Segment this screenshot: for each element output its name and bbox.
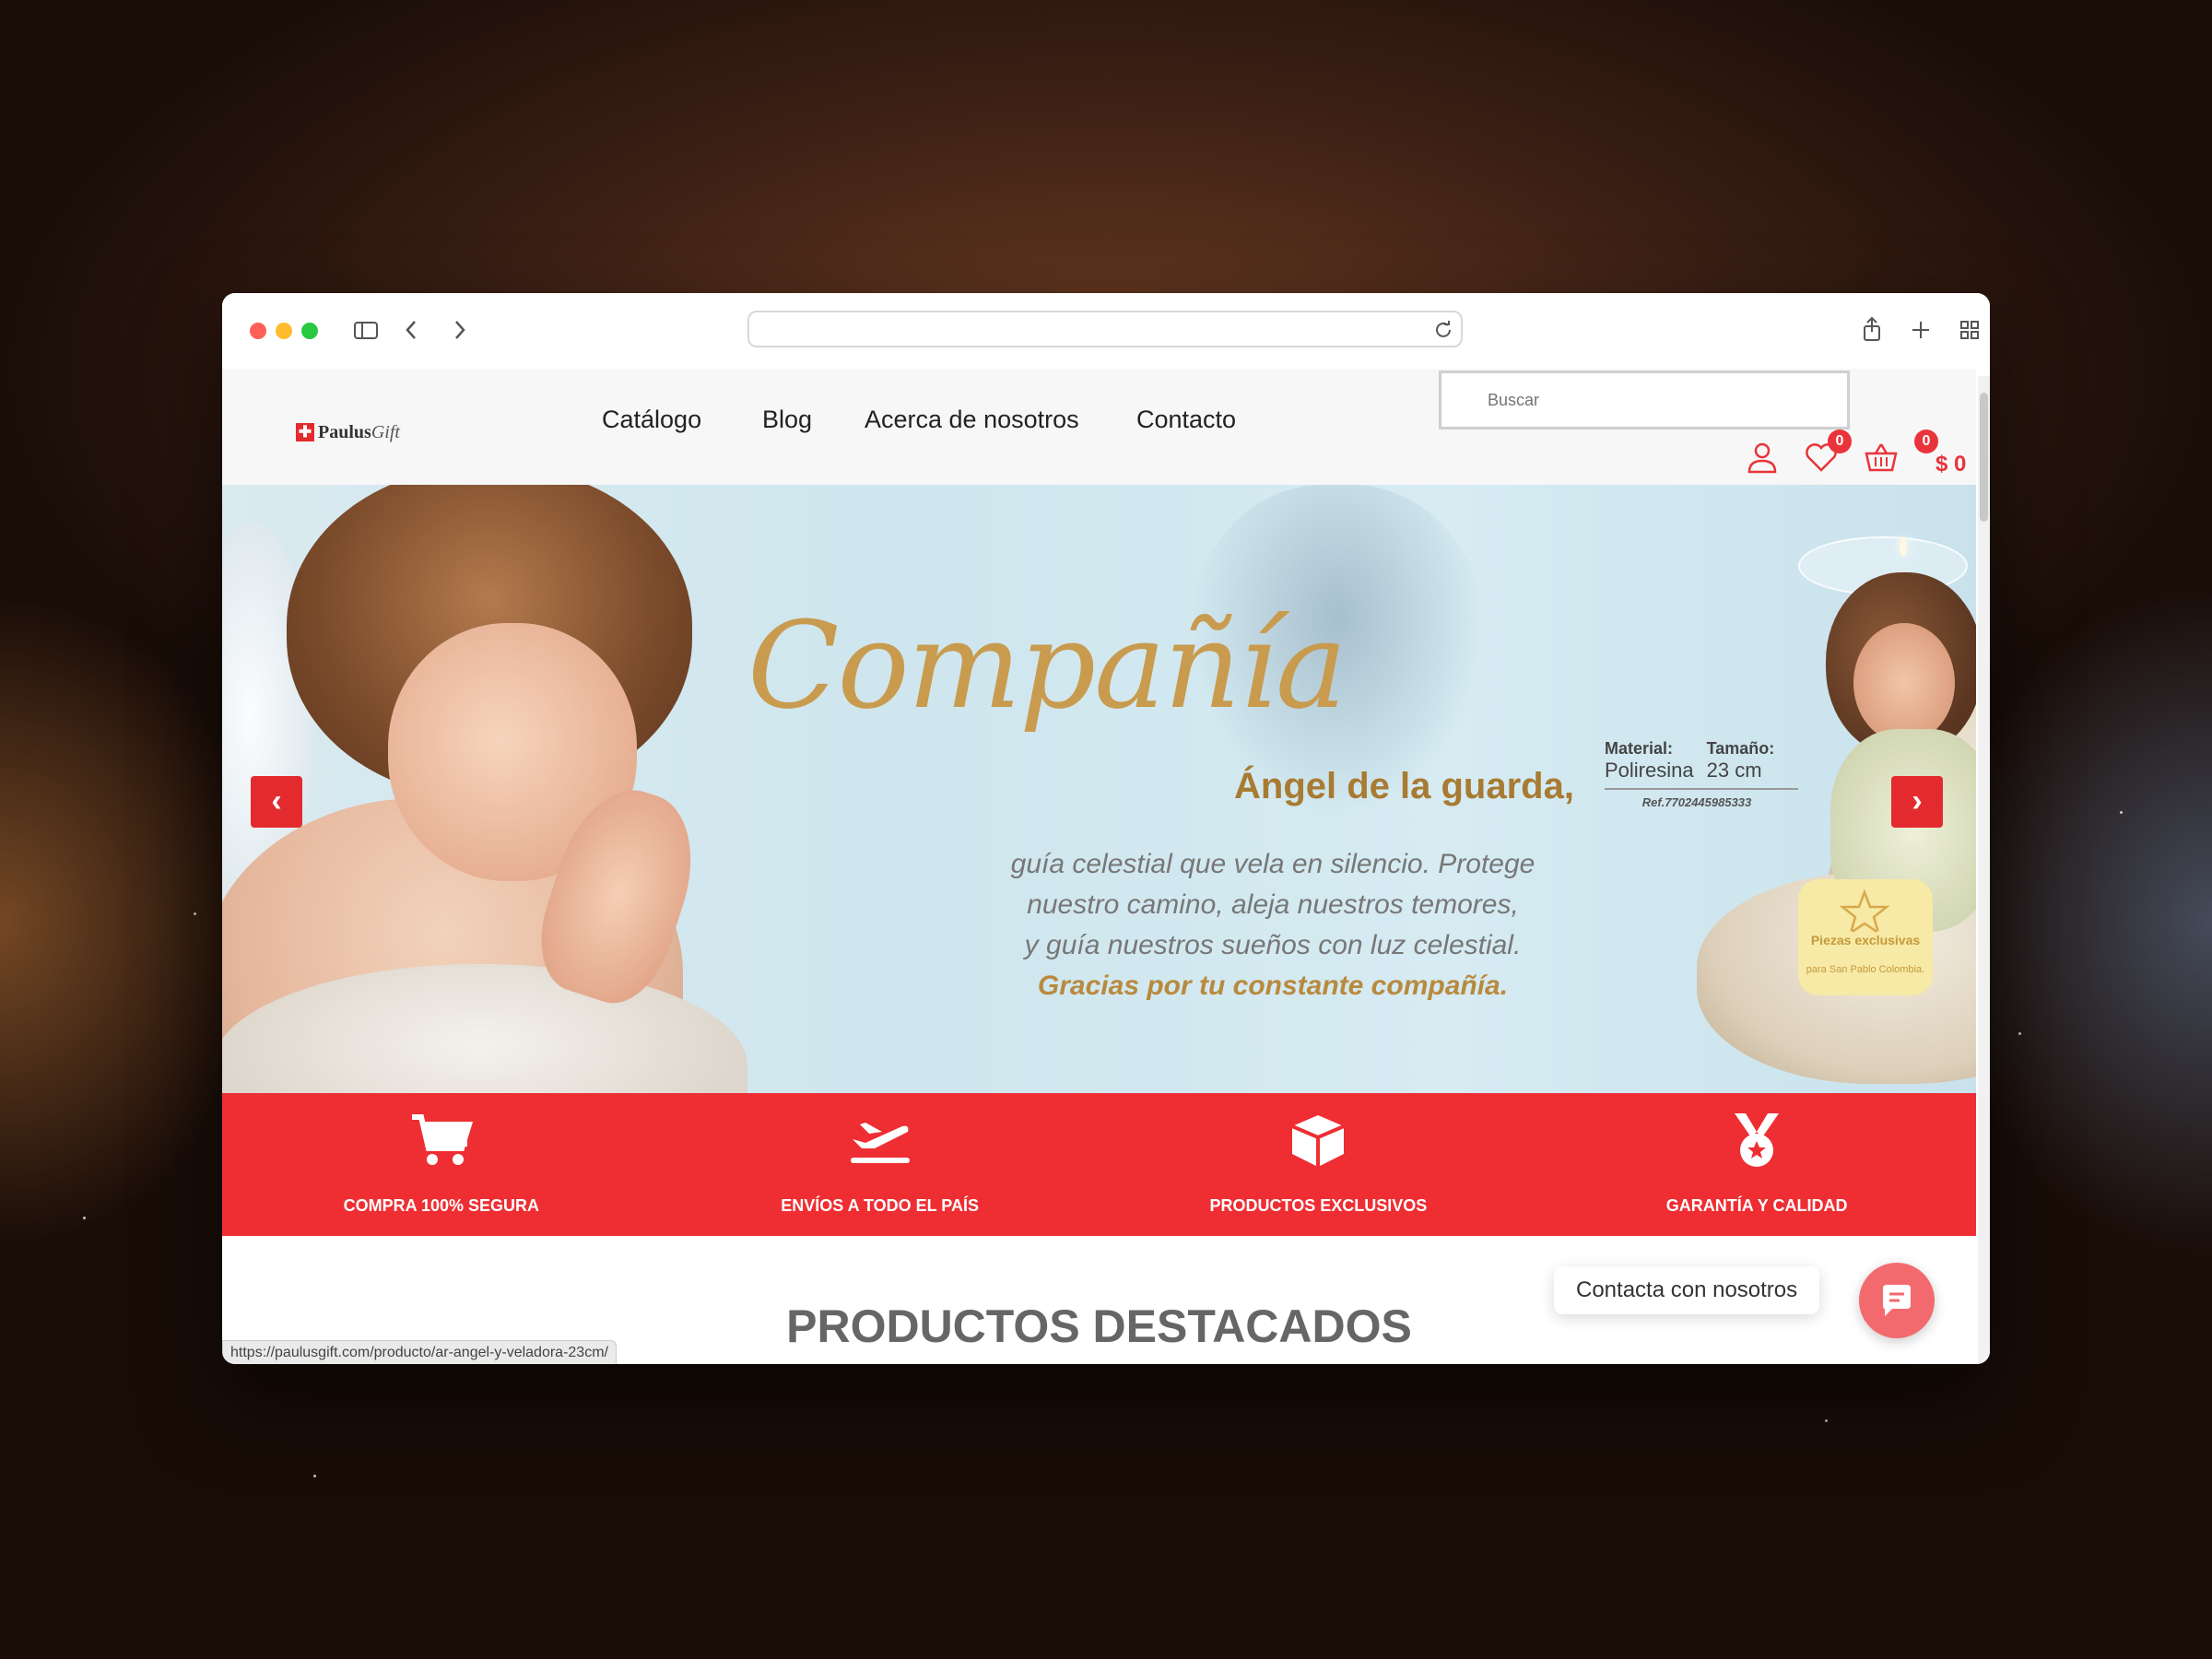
page-viewport: ✚ Paulus Gift Catálogo Blog Acerca de no… [222,369,1990,1364]
hero-slider: Compañía Ángel de la guarda, guía celest… [222,485,1976,1093]
sidebar-toggle-icon[interactable] [347,312,383,348]
box-icon [1291,1115,1346,1167]
hero-title: Compañía [747,595,1347,735]
feature-label: ENVÍOS A TODO EL PAÍS [781,1196,979,1215]
tab-overview-icon[interactable] [1951,312,1988,348]
back-icon[interactable] [393,312,429,348]
scrollbar-thumb[interactable] [1980,393,1988,522]
background-star [194,912,196,915]
slider-next-button[interactable]: › [1891,776,1943,828]
site-header: ✚ Paulus Gift Catálogo Blog Acerca de no… [222,369,1976,485]
feature-label: PRODUCTOS EXCLUSIVOS [1209,1196,1428,1215]
feature-guarantee: GARANTÍA Y CALIDAD [1537,1093,1976,1236]
forward-icon[interactable] [441,312,478,348]
candle-flame-image [1900,536,1907,557]
hero-body: guía celestial que vela en silencio. Pro… [978,844,1568,1006]
background-star [2120,811,2123,814]
cart-count-badge: 0 [1914,429,1938,453]
statue-face-image [1853,623,1955,743]
exclusive-pieces-seal: Piezas exclusivas para San Pablo Colombi… [1798,879,1933,995]
features-strip: COMPRA 100% SEGURA ENVÍOS A TODO EL PAÍS… [222,1093,1976,1236]
spec-material-value: Poliresina [1605,759,1694,782]
feature-exclusive-products: PRODUCTOS EXCLUSIVOS [1100,1093,1538,1236]
product-spec: Material: Poliresina Tamaño: 23 cm Ref.770… [1605,739,1798,809]
background-star [83,1217,86,1219]
cart-icon [411,1114,473,1165]
seal-star-icon [1839,888,1890,935]
feature-label: GARANTÍA Y CALIDAD [1665,1196,1848,1215]
browser-window: ✚ Paulus Gift Catálogo Blog Acerca de no… [222,293,1990,1364]
nav-blog[interactable]: Blog [762,406,812,434]
wishlist-count-badge: 0 [1828,429,1852,453]
spec-divider [1605,788,1798,790]
feature-shipping: ENVÍOS A TODO EL PAÍS [661,1093,1100,1236]
new-tab-icon[interactable] [1902,312,1939,348]
browser-toolbar [222,293,1990,371]
nav-acerca[interactable]: Acerca de nosotros [865,406,1079,434]
site-logo[interactable]: ✚ Paulus Gift [296,418,400,446]
spec-size-value: 23 cm [1706,759,1762,782]
hero-body-emphasis: Gracias por tu constante compañía. [1037,971,1509,1001]
hero-body-line: y guía nuestros sueños con luz celestial… [1024,930,1522,960]
minimize-window-dot[interactable] [276,323,292,339]
page-scrollbar[interactable] [1978,376,1990,1364]
status-bar-url: https://paulusgift.com/producto/ar-angel… [222,1340,617,1364]
feature-secure-purchase: COMPRA 100% SEGURA [222,1093,661,1236]
close-window-dot[interactable] [250,323,266,339]
logo-brand: Paulus [318,421,371,442]
contact-label[interactable]: Contacta con nosotros [1554,1266,1820,1314]
spec-size-label: Tamaño: [1706,739,1775,758]
medal-icon [1735,1113,1780,1167]
chat-bubble-icon [1883,1285,1911,1316]
nav-contacto[interactable]: Contacto [1136,406,1236,434]
search-input[interactable] [1486,390,1821,411]
background-star [313,1475,316,1477]
contact-chat-button[interactable] [1859,1263,1935,1338]
zoom-window-dot[interactable] [301,323,318,339]
feature-label: COMPRA 100% SEGURA [343,1196,540,1215]
background-star [1825,1419,1828,1422]
cart-total[interactable]: $ 0 [1936,452,1966,477]
background-star [2018,1032,2021,1035]
seal-subtitle: para San Pablo Colombia. [1806,964,1925,975]
share-icon[interactable] [1853,312,1890,348]
spec-reference: Ref.7702445985333 [1641,795,1752,809]
airplane-icon [850,1123,910,1163]
spec-material-label: Material: [1605,739,1674,758]
account-icon[interactable] [1744,439,1781,476]
reload-icon[interactable] [1433,319,1453,339]
hero-body-line: nuestro camino, aleja nuestros temores, [1027,889,1519,920]
search-box [1439,371,1850,429]
nav-catalogo[interactable]: Catálogo [602,406,701,434]
hero-subtitle: Ángel de la guarda, [1234,766,1574,806]
seal-title: Piezas exclusivas [1810,933,1921,947]
logo-brand-suffix: Gift [371,421,400,442]
logo-cross-icon: ✚ [296,423,314,441]
cart-basket-icon[interactable] [1863,439,1900,476]
hero-body-line: guía celestial que vela en silencio. Pro… [1010,849,1535,879]
slider-prev-button[interactable]: ‹ [251,776,302,828]
address-bar[interactable] [747,311,1463,347]
